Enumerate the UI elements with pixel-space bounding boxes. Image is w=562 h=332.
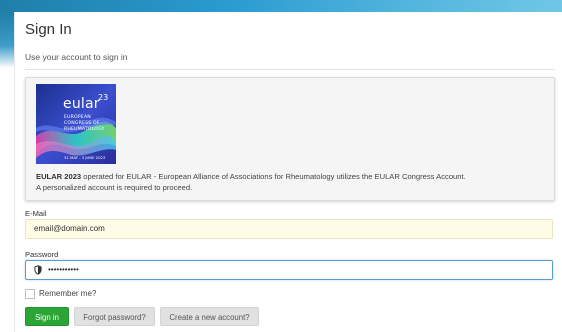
event-name: EULAR 2023 <box>36 172 82 181</box>
header-divider <box>25 69 555 70</box>
event-info-box: eular 23 EUROPEAN CONGRESS OF RHEUMATOLO… <box>25 77 555 201</box>
page-title: Sign In <box>25 21 72 38</box>
logo-dates: 31 MAY - 3 JUNE 2023 <box>64 155 106 160</box>
background-header-strip <box>0 0 562 12</box>
logo-brand: eular <box>63 96 100 112</box>
eular-2023-logo: eular 23 EUROPEAN CONGRESS OF RHEUMATOLO… <box>36 84 116 164</box>
event-info-text: EULAR 2023 operated for EULAR - European… <box>36 172 546 193</box>
remember-me-checkbox[interactable] <box>25 289 35 299</box>
logo-superscript: 23 <box>98 93 109 102</box>
logo-line-3: RHEUMATOLOGY <box>64 127 105 132</box>
sign-in-panel: Sign In Use your account to sign in eula… <box>14 12 562 332</box>
create-account-button[interactable]: Create a new account? <box>160 307 259 326</box>
password-value: ••••••••••• <box>48 265 79 274</box>
email-label: E-Mail <box>25 209 47 218</box>
event-info-line-2: A personalized account is required to pr… <box>36 182 193 192</box>
password-input[interactable]: ••••••••••• <box>25 260 553 280</box>
page-subtitle: Use your account to sign in <box>25 52 128 62</box>
sign-in-button[interactable]: Sign in <box>25 307 69 326</box>
background-side-strip <box>0 12 14 68</box>
email-input[interactable]: email@domain.com <box>25 219 553 239</box>
logo-line-2: CONGRESS OF <box>64 121 100 126</box>
logo-line-1: EUROPEAN <box>64 115 91 120</box>
forgot-password-button[interactable]: Forgot password? <box>74 307 155 326</box>
remember-me-label[interactable]: Remember me? <box>39 289 96 298</box>
password-label: Password <box>25 250 59 259</box>
event-info-line-1: EULAR 2023 operated for EULAR - European… <box>36 172 546 183</box>
shield-icon <box>34 265 42 275</box>
event-description: operated for EULAR - European Alliance o… <box>81 172 466 181</box>
